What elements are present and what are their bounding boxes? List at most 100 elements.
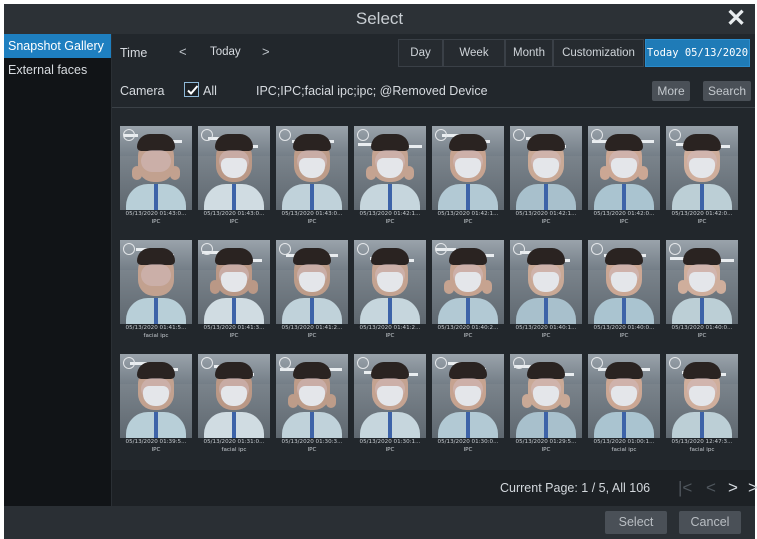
select-circle-icon[interactable] [123, 129, 135, 141]
snapshot-source: IPC [619, 219, 629, 225]
snapshot-thumbnail[interactable]: 05/13/2020 01:39:5... IPC [120, 354, 192, 458]
more-button[interactable]: More [652, 81, 690, 101]
snapshot-thumbnail[interactable]: 05/13/2020 01:30:3... IPC [276, 354, 348, 458]
snapshot-thumbnail[interactable]: 05/13/2020 01:31:0... facial ipc [198, 354, 270, 458]
select-circle-icon[interactable] [591, 357, 603, 369]
snapshot-thumbnail[interactable]: 05/13/2020 01:43:0... IPC [198, 126, 270, 230]
pager: Current Page: 1 / 5, All 106 |< < > > [112, 470, 757, 506]
snapshot-time: 05/13/2020 01:41:3... [203, 325, 265, 331]
snapshot-thumbnail[interactable]: 05/13/2020 01:00:1... facial ipc [588, 354, 660, 458]
snapshot-source: IPC [463, 447, 473, 453]
select-circle-icon[interactable] [201, 243, 213, 255]
tab-week[interactable]: Week [443, 39, 505, 67]
snapshot-time: 05/13/2020 01:40:1... [515, 325, 577, 331]
select-circle-icon[interactable] [123, 357, 135, 369]
time-label: Time [120, 46, 148, 60]
snapshot-thumbnail[interactable]: 05/13/2020 12:47:3... facial ipc [666, 354, 738, 458]
snapshot-time: 05/13/2020 01:29:5... [515, 439, 577, 445]
close-icon[interactable]: ✕ [723, 6, 749, 32]
snapshot-thumbnail[interactable]: 05/13/2020 01:41:3... IPC [198, 240, 270, 344]
select-circle-icon[interactable] [123, 243, 135, 255]
snapshot-thumbnail[interactable]: 05/13/2020 01:42:0... IPC [588, 126, 660, 230]
tab-customization[interactable]: Customization [553, 39, 644, 67]
select-circle-icon[interactable] [435, 243, 447, 255]
select-circle-icon[interactable] [513, 243, 525, 255]
tab-month[interactable]: Month [505, 39, 553, 67]
select-circle-icon[interactable] [201, 357, 213, 369]
snapshot-source: IPC [463, 219, 473, 225]
snapshot-time: 05/13/2020 01:30:3... [281, 439, 343, 445]
snapshot-time: 05/13/2020 01:39:5... [125, 439, 187, 445]
snapshot-time: 05/13/2020 01:42:1... [437, 211, 499, 217]
select-circle-icon[interactable] [357, 243, 369, 255]
snapshot-source: IPC [541, 447, 551, 453]
select-circle-icon[interactable] [279, 357, 291, 369]
snapshot-thumbnail[interactable]: 05/13/2020 01:41:2... IPC [354, 240, 426, 344]
checkbox-checked-icon[interactable] [184, 82, 199, 97]
select-circle-icon[interactable] [279, 129, 291, 141]
last-page-icon[interactable]: > [748, 478, 757, 498]
snapshot-source: IPC [385, 447, 395, 453]
page-info: Current Page: 1 / 5, All 106 [500, 481, 651, 495]
tab-day[interactable]: Day [398, 39, 443, 67]
snapshot-time: 05/13/2020 01:42:0... [593, 211, 655, 217]
snapshot-thumbnail[interactable]: 05/13/2020 01:41:2... IPC [276, 240, 348, 344]
snapshot-source: facial ipc [221, 447, 247, 453]
snapshot-thumbnail[interactable]: 05/13/2020 01:41:5... facial ipc [120, 240, 192, 344]
snapshot-source: IPC [385, 333, 395, 339]
snapshot-thumbnail[interactable]: 05/13/2020 01:30:0... IPC [432, 354, 504, 458]
snapshot-time: 05/13/2020 01:31:0... [203, 439, 265, 445]
sidebar: Snapshot Gallery External faces [4, 34, 112, 506]
snapshot-thumbnail[interactable]: 05/13/2020 01:29:5... IPC [510, 354, 582, 458]
snapshot-thumbnail[interactable]: 05/13/2020 01:43:0... IPC [276, 126, 348, 230]
cancel-button[interactable]: Cancel [679, 511, 741, 534]
snapshot-time: 05/13/2020 01:00:1... [593, 439, 655, 445]
snapshot-source: facial ipc [611, 447, 637, 453]
snapshot-source: IPC [151, 447, 161, 453]
select-circle-icon[interactable] [435, 357, 447, 369]
prev-page-icon[interactable]: < [706, 478, 716, 498]
snapshot-thumbnail[interactable]: 05/13/2020 01:40:1... IPC [510, 240, 582, 344]
snapshot-thumbnail[interactable]: 05/13/2020 01:30:1... IPC [354, 354, 426, 458]
snapshot-time: 05/13/2020 01:43:0... [281, 211, 343, 217]
select-circle-icon[interactable] [669, 129, 681, 141]
tab-today-date[interactable]: Today 05/13/2020 [645, 39, 750, 67]
snapshot-thumbnail[interactable]: 05/13/2020 01:40:0... IPC [666, 240, 738, 344]
select-button[interactable]: Select [605, 511, 667, 534]
title-bar: Select ✕ [4, 4, 755, 34]
snapshot-time: 05/13/2020 01:41:2... [281, 325, 343, 331]
select-circle-icon[interactable] [513, 357, 525, 369]
select-circle-icon[interactable] [357, 129, 369, 141]
snapshot-grid: 05/13/2020 01:43:0... IPC 05/13/2020 01:43… [112, 120, 755, 470]
snapshot-thumbnail[interactable]: 05/13/2020 01:42:0... IPC [666, 126, 738, 230]
select-circle-icon[interactable] [669, 243, 681, 255]
first-page-icon[interactable]: |< [678, 478, 692, 498]
select-circle-icon[interactable] [201, 129, 213, 141]
chevron-right-icon[interactable]: > [262, 44, 270, 59]
select-circle-icon[interactable] [591, 243, 603, 255]
snapshot-source: IPC [619, 333, 629, 339]
search-button[interactable]: Search [703, 81, 751, 101]
select-circle-icon[interactable] [279, 243, 291, 255]
select-circle-icon[interactable] [435, 129, 447, 141]
select-circle-icon[interactable] [591, 129, 603, 141]
snapshot-thumbnail[interactable]: 05/13/2020 01:40:2... IPC [432, 240, 504, 344]
all-label: All [203, 84, 217, 98]
snapshot-thumbnail[interactable]: 05/13/2020 01:43:0... IPC [120, 126, 192, 230]
snapshot-thumbnail[interactable]: 05/13/2020 01:40:0... IPC [588, 240, 660, 344]
select-circle-icon[interactable] [513, 129, 525, 141]
sidebar-item-external-faces[interactable]: External faces [4, 58, 111, 82]
snapshot-time: 05/13/2020 12:47:3... [671, 439, 733, 445]
snapshot-time: 05/13/2020 01:42:0... [671, 211, 733, 217]
snapshot-thumbnail[interactable]: 05/13/2020 01:42:1... IPC [510, 126, 582, 230]
snapshot-thumbnail[interactable]: 05/13/2020 01:42:1... IPC [354, 126, 426, 230]
snapshot-source: IPC [463, 333, 473, 339]
select-circle-icon[interactable] [357, 357, 369, 369]
select-dialog: Select ✕ Snapshot Gallery External faces… [4, 4, 757, 539]
chevron-left-icon[interactable]: < [179, 44, 187, 59]
next-page-icon[interactable]: > [728, 478, 738, 498]
snapshot-thumbnail[interactable]: 05/13/2020 01:42:1... IPC [432, 126, 504, 230]
dialog-footer: Select Cancel [4, 506, 755, 539]
sidebar-item-snapshot-gallery[interactable]: Snapshot Gallery [4, 34, 111, 58]
select-circle-icon[interactable] [669, 357, 681, 369]
